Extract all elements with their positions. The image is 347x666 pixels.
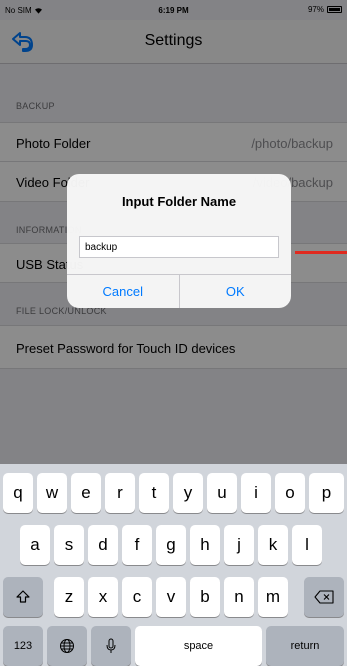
microphone-icon	[106, 638, 116, 653]
keyboard-row-4: 123 space return	[0, 626, 347, 666]
key-n[interactable]: n	[224, 577, 254, 617]
shift-key[interactable]	[3, 577, 43, 617]
backspace-key[interactable]	[304, 577, 344, 617]
key-j[interactable]: j	[224, 525, 254, 565]
key-v[interactable]: v	[156, 577, 186, 617]
keyboard-row-2: a s d f g h j k l	[0, 525, 347, 565]
ok-button[interactable]: OK	[178, 275, 292, 308]
keyboard-row-1: q w e r t y u i o p	[0, 473, 347, 513]
numbers-key[interactable]: 123	[3, 626, 43, 666]
key-f[interactable]: f	[122, 525, 152, 565]
key-e[interactable]: e	[71, 473, 101, 513]
settings-screen: No SIM 6:19 PM 97% Settings BACKUP Photo…	[0, 0, 347, 666]
key-h[interactable]: h	[190, 525, 220, 565]
key-q[interactable]: q	[3, 473, 33, 513]
space-key[interactable]: space	[135, 626, 262, 666]
key-r[interactable]: r	[105, 473, 135, 513]
dialog-title: Input Folder Name	[121, 194, 237, 209]
key-l[interactable]: l	[292, 525, 322, 565]
input-folder-dialog: Input Folder Name Cancel OK	[67, 174, 291, 308]
key-y[interactable]: y	[173, 473, 203, 513]
delete-icon	[314, 590, 334, 604]
key-s[interactable]: s	[54, 525, 84, 565]
folder-name-input[interactable]	[79, 236, 279, 258]
key-g[interactable]: g	[156, 525, 186, 565]
key-c[interactable]: c	[122, 577, 152, 617]
annotation-arrow-line	[295, 251, 347, 254]
key-b[interactable]: b	[190, 577, 220, 617]
key-x[interactable]: x	[88, 577, 118, 617]
key-w[interactable]: w	[37, 473, 67, 513]
dialog-buttons: Cancel OK	[67, 274, 291, 308]
key-k[interactable]: k	[258, 525, 288, 565]
key-p[interactable]: p	[309, 473, 344, 513]
keyboard: q w e r t y u i o p a s d f g h j k l z	[0, 464, 347, 666]
cancel-button[interactable]: Cancel	[67, 275, 179, 308]
return-key[interactable]: return	[266, 626, 344, 666]
globe-key[interactable]	[47, 626, 87, 666]
key-t[interactable]: t	[139, 473, 169, 513]
key-i[interactable]: i	[241, 473, 271, 513]
shift-icon	[16, 590, 30, 603]
key-u[interactable]: u	[207, 473, 237, 513]
dictation-key[interactable]	[91, 626, 131, 666]
key-z[interactable]: z	[54, 577, 84, 617]
keyboard-row-3: z x c v b n m	[0, 577, 347, 617]
key-d[interactable]: d	[88, 525, 118, 565]
key-a[interactable]: a	[20, 525, 50, 565]
key-m[interactable]: m	[258, 577, 288, 617]
key-o[interactable]: o	[275, 473, 305, 513]
globe-icon	[60, 639, 74, 653]
